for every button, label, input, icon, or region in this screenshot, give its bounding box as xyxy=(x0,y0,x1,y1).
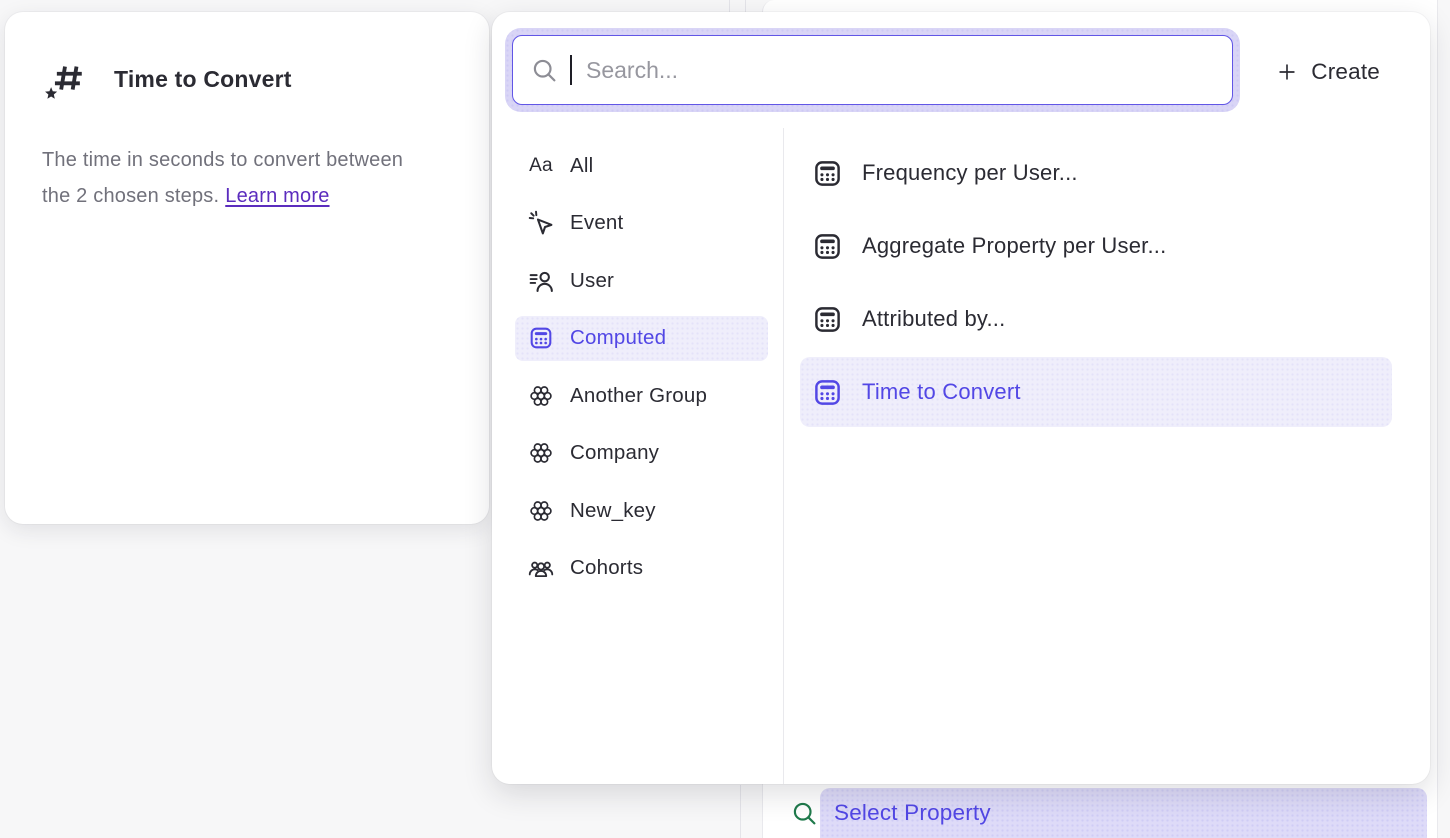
category-item-computed[interactable]: Computed xyxy=(515,316,768,361)
calculator-icon xyxy=(812,377,843,408)
category-item-user[interactable]: User xyxy=(515,258,768,303)
cursor-click-icon xyxy=(528,210,554,236)
plus-icon xyxy=(1276,61,1298,83)
category-label: Event xyxy=(570,211,623,235)
category-label: Cohorts xyxy=(570,556,643,580)
category-item-new-key[interactable]: New_key xyxy=(515,488,768,533)
property-picker-popup: Create Aa All Event User Computed Anothe… xyxy=(492,12,1430,784)
select-property-label: Select Property xyxy=(834,800,991,826)
category-item-company[interactable]: Company xyxy=(515,431,768,476)
calculator-icon xyxy=(812,231,843,262)
search-icon-green xyxy=(791,800,817,826)
category-label: Another Group xyxy=(570,384,707,408)
group-icon xyxy=(528,383,554,409)
search-input[interactable] xyxy=(585,57,1232,84)
result-label: Attributed by... xyxy=(862,306,1005,332)
background-divider xyxy=(740,785,741,838)
result-list: Frequency per User... Aggregate Property… xyxy=(800,138,1392,430)
tooltip-title: Time to Convert xyxy=(114,66,292,93)
result-item-time-to-convert[interactable]: Time to Convert xyxy=(800,357,1392,427)
category-list: Aa All Event User Computed Another Group xyxy=(515,143,768,603)
group-icon xyxy=(528,440,554,466)
search-focus-glow xyxy=(505,28,1240,112)
tooltip-description: The time in seconds to convert between th… xyxy=(42,142,451,214)
category-item-event[interactable]: Event xyxy=(515,201,768,246)
category-label: Computed xyxy=(570,326,666,350)
result-label: Aggregate Property per User... xyxy=(862,233,1166,259)
calculator-icon xyxy=(528,325,554,351)
result-label: Frequency per User... xyxy=(862,160,1078,186)
category-label: New_key xyxy=(570,499,656,523)
text-format-icon: Aa xyxy=(528,155,554,177)
result-label: Time to Convert xyxy=(862,379,1021,405)
numeric-property-icon xyxy=(42,56,88,102)
search-box[interactable] xyxy=(512,35,1233,105)
screen: Select Property Time to Convert The time… xyxy=(0,0,1450,838)
category-item-all[interactable]: Aa All xyxy=(515,143,768,188)
select-property-field[interactable]: Select Property xyxy=(820,788,1427,838)
result-item-aggregate-property-per-user[interactable]: Aggregate Property per User... xyxy=(800,211,1392,281)
description-line-1: The time in seconds to convert between xyxy=(42,149,403,171)
create-button-label: Create xyxy=(1311,59,1380,85)
user-icon xyxy=(528,268,554,294)
search-icon xyxy=(531,57,557,83)
property-tooltip-card: Time to Convert The time in seconds to c… xyxy=(5,12,489,524)
create-button[interactable]: Create xyxy=(1276,50,1380,94)
category-label: All xyxy=(570,154,593,178)
cohorts-icon xyxy=(528,555,554,581)
calculator-icon xyxy=(812,304,843,335)
tooltip-header: Time to Convert xyxy=(42,56,292,102)
result-item-attributed-by[interactable]: Attributed by... xyxy=(800,284,1392,354)
category-item-cohorts[interactable]: Cohorts xyxy=(515,546,768,591)
category-label: Company xyxy=(570,441,659,465)
description-line-2: the 2 chosen steps. xyxy=(42,185,219,207)
text-caret xyxy=(570,55,572,85)
category-item-another-group[interactable]: Another Group xyxy=(515,373,768,418)
category-label: User xyxy=(570,269,614,293)
learn-more-link[interactable]: Learn more xyxy=(225,185,329,207)
result-item-frequency-per-user[interactable]: Frequency per User... xyxy=(800,138,1392,208)
panel-divider xyxy=(783,128,784,784)
group-icon xyxy=(528,498,554,524)
calculator-icon xyxy=(812,158,843,189)
